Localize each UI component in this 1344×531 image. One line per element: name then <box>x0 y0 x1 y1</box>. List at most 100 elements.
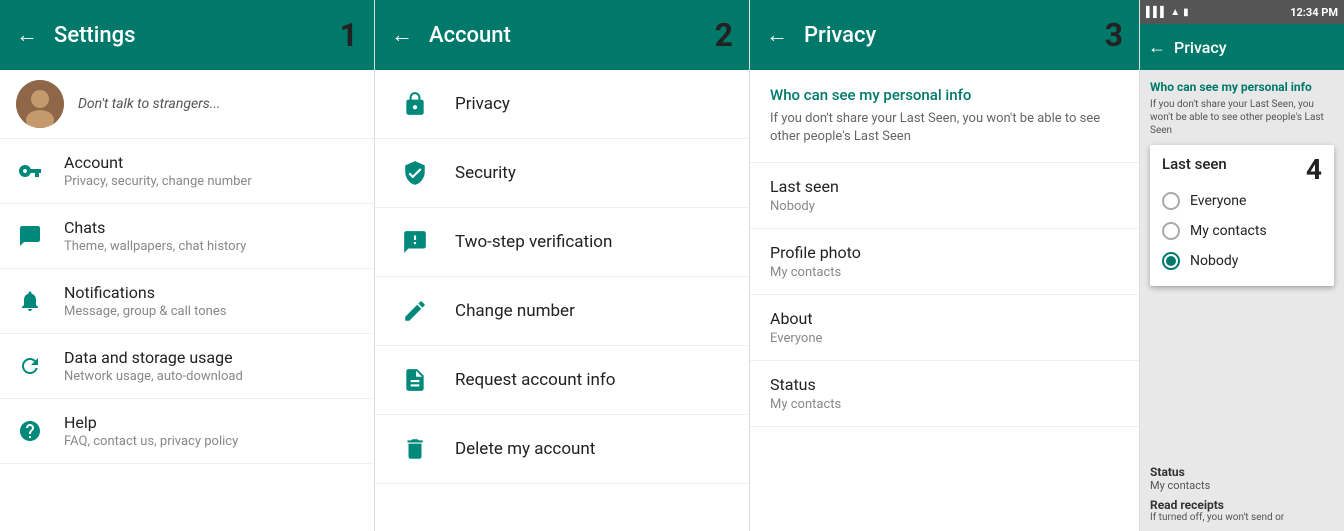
option-nobody[interactable]: Nobody <box>1162 246 1322 276</box>
settings-text-notifications: Notifications Message, group & call tone… <box>64 283 226 319</box>
account-list: Privacy Security Two-step verification C… <box>375 70 749 531</box>
settings-item-chats[interactable]: Chats Theme, wallpapers, chat history <box>0 204 374 269</box>
phone-bottom-info: Status My contacts Read receipts If turn… <box>1140 457 1344 531</box>
phone-status-section-label: Status <box>1150 465 1334 479</box>
account-back-arrow[interactable]: ← <box>391 22 413 48</box>
radio-nobody[interactable] <box>1162 252 1180 270</box>
notifications-sublabel: Message, group & call tones <box>64 304 226 319</box>
status-label: Status <box>770 375 1119 394</box>
security-label: Security <box>455 163 516 183</box>
account-label: Account <box>64 153 252 172</box>
phone-privacy-title: Privacy <box>1174 38 1227 57</box>
radio-nobody-fill <box>1166 256 1176 266</box>
privacy-panel: ← Privacy 3 Who can see my personal info… <box>750 0 1140 531</box>
help-icon <box>16 417 44 445</box>
account-panel: ← Account 2 Privacy Security Two-step ve… <box>375 0 750 531</box>
refresh-icon <box>16 352 44 380</box>
radio-everyone[interactable] <box>1162 192 1180 210</box>
last-seen-dialog-panel: ▌▌▌ ▲ ▮ 12:34 PM ← Privacy Who can see m… <box>1140 0 1344 531</box>
account-sublabel: Privacy, security, change number <box>64 174 252 189</box>
account-item-security[interactable]: Security <box>375 139 749 208</box>
profile-photo-label: Profile photo <box>770 243 1119 262</box>
privacy-title: Privacy <box>804 23 1081 48</box>
settings-text-account: Account Privacy, security, change number <box>64 153 252 189</box>
option-everyone[interactable]: Everyone <box>1162 186 1322 216</box>
chat-icon <box>16 222 44 250</box>
phone-read-receipts-label: Read receipts <box>1150 498 1334 512</box>
radio-my-contacts[interactable] <box>1162 222 1180 240</box>
chats-label: Chats <box>64 218 246 237</box>
chats-sublabel: Theme, wallpapers, chat history <box>64 239 246 254</box>
account-header: ← Account 2 <box>375 0 749 70</box>
profile-row[interactable]: Don't talk to strangers... <box>0 70 374 139</box>
bell-icon <box>16 287 44 315</box>
phone-content: Who can see my personal info If you don'… <box>1140 70 1344 457</box>
privacy-info-section: Who can see my personal info If you don'… <box>750 70 1139 163</box>
profile-name: Don't talk to strangers... <box>78 96 221 112</box>
request-info-label: Request account info <box>455 370 616 390</box>
account-item-privacy[interactable]: Privacy <box>375 70 749 139</box>
option-my-contacts[interactable]: My contacts <box>1162 216 1322 246</box>
two-step-label: Two-step verification <box>455 232 612 252</box>
privacy-item-profile-photo[interactable]: Profile photo My contacts <box>750 229 1139 295</box>
settings-item-notifications[interactable]: Notifications Message, group & call tone… <box>0 269 374 334</box>
status-value: My contacts <box>770 397 1119 412</box>
settings-header: ← Settings 1 <box>0 0 374 70</box>
settings-number: 1 <box>340 16 358 54</box>
privacy-item-status[interactable]: Status My contacts <box>750 361 1139 427</box>
shield-icon <box>399 157 431 189</box>
privacy-item-about[interactable]: About Everyone <box>750 295 1139 361</box>
profile-photo-value: My contacts <box>770 265 1119 280</box>
phone-back-arrow[interactable]: ← <box>1148 37 1166 58</box>
account-item-delete[interactable]: Delete my account <box>375 415 749 484</box>
settings-item-data[interactable]: Data and storage usage Network usage, au… <box>0 334 374 399</box>
key-icon <box>16 157 44 185</box>
who-can-see-desc: If you don't share your Last Seen, you w… <box>770 110 1119 146</box>
notifications-label: Notifications <box>64 283 226 302</box>
option-my-contacts-label: My contacts <box>1190 223 1267 239</box>
settings-item-account[interactable]: Account Privacy, security, change number <box>0 139 374 204</box>
wifi-icon: ▲ <box>1170 7 1180 18</box>
account-item-two-step[interactable]: Two-step verification <box>375 208 749 277</box>
option-everyone-label: Everyone <box>1190 193 1246 209</box>
privacy-label: Privacy <box>455 94 510 114</box>
settings-text-chats: Chats Theme, wallpapers, chat history <box>64 218 246 254</box>
account-item-request-info[interactable]: Request account info <box>375 346 749 415</box>
change-number-label: Change number <box>455 301 575 321</box>
privacy-back-arrow[interactable]: ← <box>766 22 788 48</box>
privacy-number: 3 <box>1105 16 1123 54</box>
dialog-number: 4 <box>1306 153 1322 186</box>
settings-title: Settings <box>54 23 316 48</box>
privacy-header: ← Privacy 3 <box>750 0 1139 70</box>
dots-icon <box>399 226 431 258</box>
status-icons: ▌▌▌ ▲ ▮ <box>1146 7 1189 18</box>
privacy-list: Last seen Nobody Profile photo My contac… <box>750 163 1139 531</box>
phone-who-desc: If you don't share your Last Seen, you w… <box>1150 98 1334 137</box>
phone-time: 12:34 PM <box>1290 6 1338 19</box>
help-label: Help <box>64 413 238 432</box>
data-sublabel: Network usage, auto-download <box>64 369 243 384</box>
account-number: 2 <box>715 16 733 54</box>
option-nobody-label: Nobody <box>1190 253 1238 269</box>
phone-read-receipts-desc: If turned off, you won't send or <box>1150 512 1334 523</box>
phone-status-section-value: My contacts <box>1150 479 1334 492</box>
data-label: Data and storage usage <box>64 348 243 367</box>
settings-item-help[interactable]: Help FAQ, contact us, privacy policy <box>0 399 374 464</box>
about-label: About <box>770 309 1119 328</box>
privacy-item-last-seen[interactable]: Last seen Nobody <box>750 163 1139 229</box>
settings-list: Account Privacy, security, change number… <box>0 139 374 531</box>
trash-icon <box>399 433 431 465</box>
account-title: Account <box>429 23 691 48</box>
dialog-title: Last seen <box>1162 155 1227 173</box>
signal-icon: ▌▌▌ <box>1146 7 1167 18</box>
last-seen-dialog: Last seen 4 Everyone My contacts Nobody <box>1150 145 1334 286</box>
settings-back-arrow[interactable]: ← <box>16 22 38 48</box>
settings-text-data: Data and storage usage Network usage, au… <box>64 348 243 384</box>
about-value: Everyone <box>770 331 1119 346</box>
doc-icon <box>399 364 431 396</box>
avatar <box>16 80 64 128</box>
last-seen-value: Nobody <box>770 199 1119 214</box>
account-item-change-number[interactable]: Change number <box>375 277 749 346</box>
help-sublabel: FAQ, contact us, privacy policy <box>64 434 238 449</box>
battery-icon: ▮ <box>1183 7 1189 18</box>
